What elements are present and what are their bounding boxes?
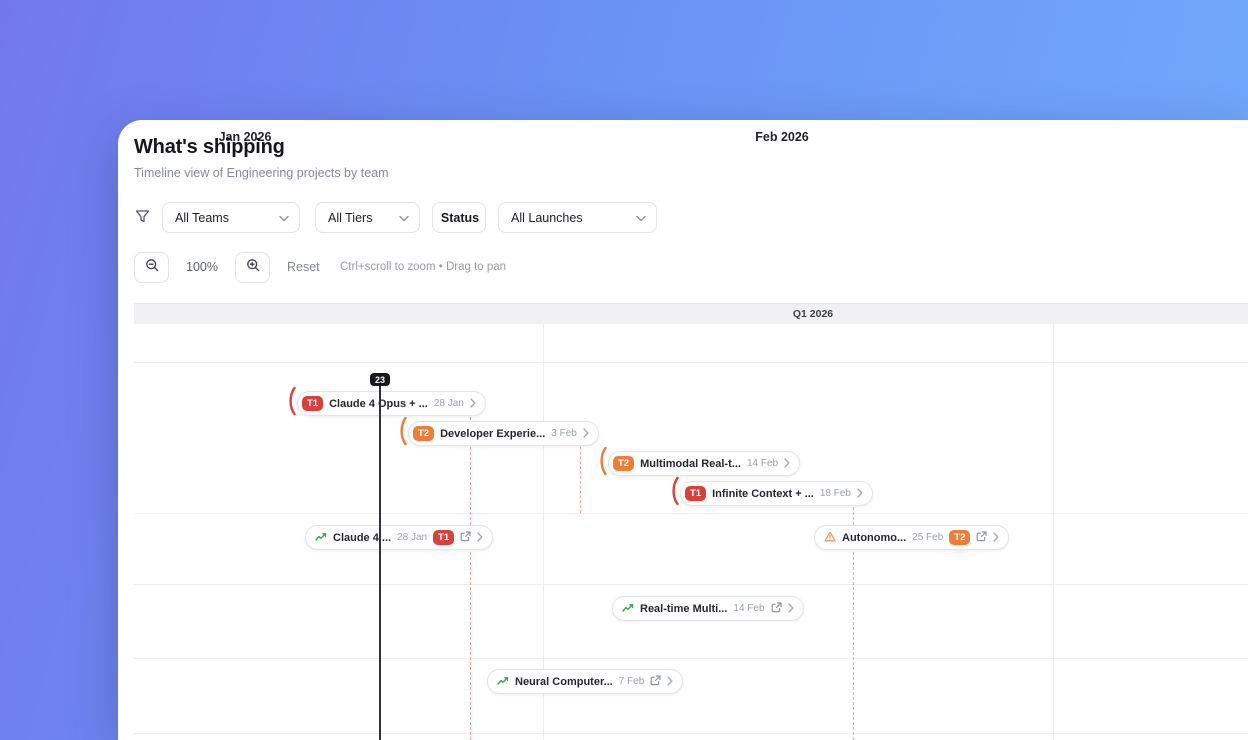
launches-filter-value: All Launches — [511, 210, 583, 225]
launch-pill[interactable]: Claude 4 ... 28 Jan T1 — [305, 525, 494, 550]
launch-date: 7 Feb — [618, 676, 645, 687]
row-gridline — [134, 584, 1248, 585]
row-gridline — [134, 513, 1248, 514]
milestone-brace-icon — [598, 446, 607, 481]
month-label-jan: Jan 2026 — [218, 130, 272, 144]
launch-label: Neural Computer... — [515, 675, 613, 688]
month-header-row — [134, 324, 1248, 363]
zoom-in-button[interactable] — [235, 252, 270, 283]
chevron-right-icon — [583, 425, 589, 443]
team-badge: T2 — [613, 456, 635, 471]
launch-date: 14 Feb — [733, 603, 765, 614]
milestone-brace-icon — [398, 416, 407, 451]
project-label: Multimodal Real-t... — [640, 457, 741, 470]
chevron-right-icon — [857, 485, 863, 503]
external-link-icon — [771, 600, 782, 618]
chevron-right-icon — [784, 455, 790, 473]
external-link-icon — [460, 529, 471, 547]
page-subtitle: Timeline view of Engineering projects by… — [134, 166, 389, 180]
month-label-feb: Feb 2026 — [755, 130, 809, 144]
team-badge: T1 — [685, 486, 707, 501]
project-date: 28 Jan — [433, 398, 464, 409]
trend-up-icon — [315, 529, 327, 547]
today-marker-badge: 23 — [369, 373, 391, 386]
launch-date: 28 Jan — [397, 532, 428, 543]
warning-icon — [824, 529, 836, 547]
today-marker-line — [379, 382, 381, 740]
filter-funnel-icon — [135, 209, 150, 229]
launch-pill[interactable]: Real-time Multi... 14 Feb — [612, 596, 804, 621]
zoom-level: 100% — [186, 260, 218, 274]
chevron-down-icon — [636, 211, 646, 225]
launches-filter-select[interactable]: All Launches — [498, 202, 657, 233]
month-gridline — [1053, 324, 1054, 740]
launch-pill[interactable]: Autonomo... 25 Feb T2 — [814, 525, 1010, 550]
launch-date: 25 Feb — [912, 532, 944, 543]
project-pill[interactable]: T1 Infinite Context + ... 18 Feb — [670, 476, 873, 511]
team-badge: T1 — [433, 530, 455, 545]
quarter-header-bar: Q1 2026 — [134, 303, 1248, 324]
milestone-dash-line — [470, 412, 471, 740]
project-label: Developer Experie... — [440, 427, 546, 440]
whats-shipping-panel: What's shipping Timeline view of Enginee… — [118, 120, 1248, 740]
status-filter-button[interactable]: Status — [432, 202, 486, 233]
tiers-filter-value: All Tiers — [328, 210, 373, 225]
chevron-right-icon — [477, 529, 483, 547]
reset-zoom-button[interactable]: Reset — [287, 260, 320, 274]
chevron-right-icon — [667, 673, 673, 691]
milestone-brace-icon — [287, 386, 296, 421]
project-label: Infinite Context + ... — [712, 487, 814, 500]
zoom-out-button[interactable] — [134, 252, 169, 283]
desktop-background: What's shipping Timeline view of Enginee… — [0, 0, 1248, 740]
project-pill[interactable]: T2 Developer Experie... 3 Feb — [398, 416, 599, 451]
external-link-icon — [650, 673, 661, 691]
chevron-right-icon — [993, 529, 999, 547]
external-link-icon — [976, 529, 987, 547]
zoom-in-icon — [246, 258, 260, 277]
team-badge: T1 — [302, 396, 324, 411]
row-gridline — [134, 733, 1248, 734]
teams-filter-select[interactable]: All Teams — [162, 202, 300, 233]
launch-label: Autonomo... — [842, 531, 907, 544]
team-badge: T2 — [949, 530, 971, 545]
teams-filter-value: All Teams — [175, 210, 229, 225]
chevron-down-icon — [399, 211, 409, 225]
project-date: 3 Feb — [551, 428, 577, 439]
zoom-out-icon — [145, 258, 159, 277]
chevron-right-icon — [787, 600, 794, 618]
milestone-dash-line — [580, 442, 581, 513]
launch-pill[interactable]: Neural Computer... 7 Feb — [487, 669, 684, 694]
trend-up-icon — [622, 600, 634, 618]
milestone-brace-icon — [670, 476, 679, 511]
team-badge: T2 — [413, 426, 435, 441]
launch-label: Claude 4 ... — [333, 531, 392, 544]
zoom-pan-hint: Ctrl+scroll to zoom • Drag to pan — [340, 261, 507, 273]
trend-up-icon — [497, 673, 509, 691]
tiers-filter-select[interactable]: All Tiers — [315, 202, 420, 233]
project-date: 14 Feb — [746, 458, 779, 469]
chevron-right-icon — [470, 395, 476, 413]
launch-label: Real-time Multi... — [640, 602, 728, 615]
chevron-down-icon — [279, 211, 289, 225]
quarter-label: Q1 2026 — [792, 308, 834, 320]
project-date: 18 Feb — [819, 488, 851, 499]
row-gridline — [134, 658, 1248, 659]
